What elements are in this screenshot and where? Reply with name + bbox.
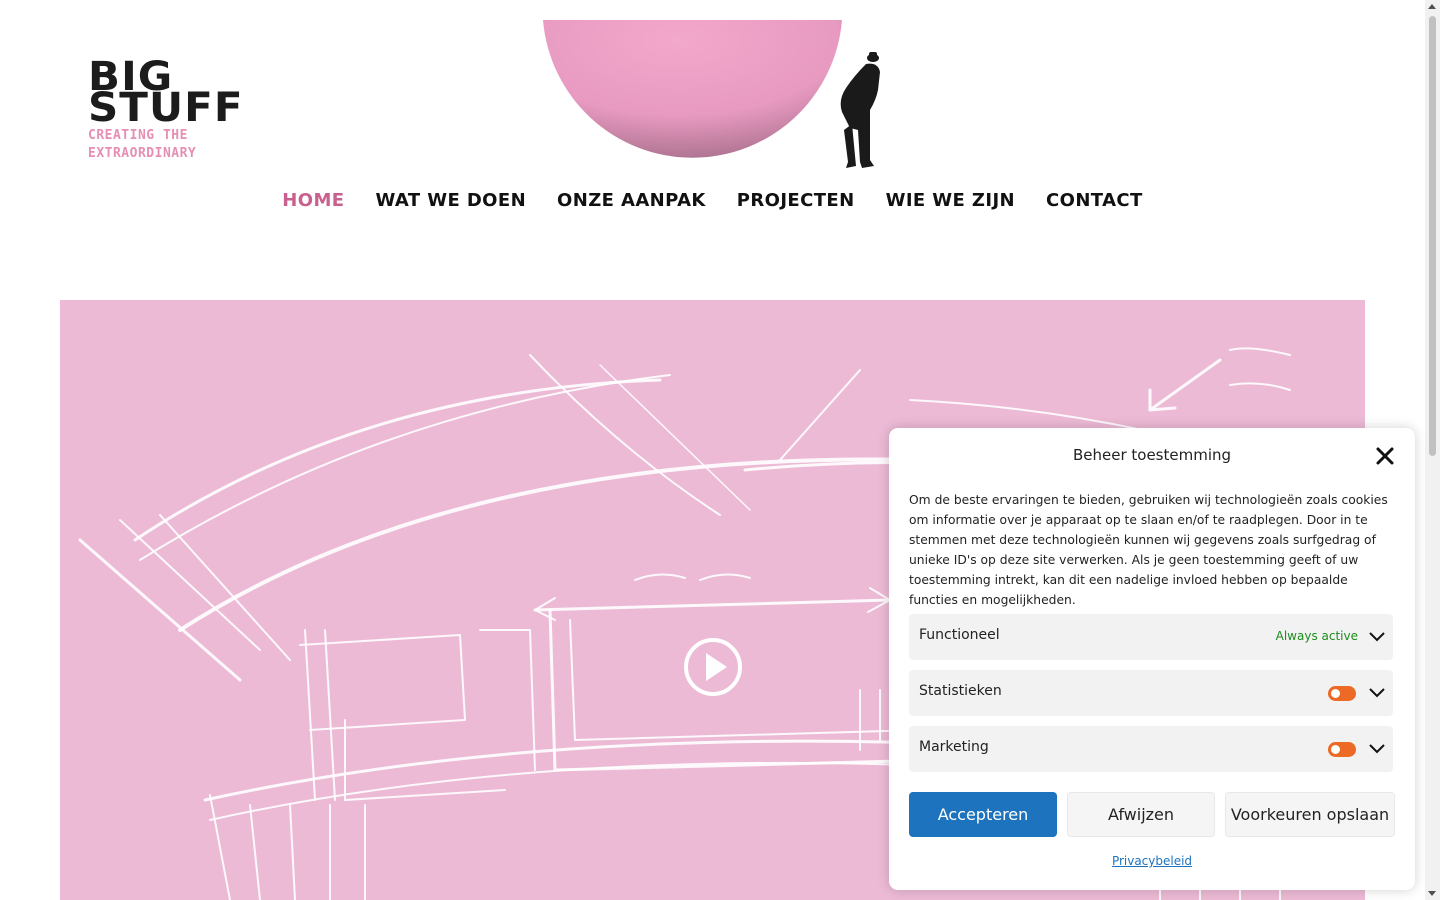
accept-button[interactable]: Accepteren — [909, 792, 1057, 837]
statistieken-toggle[interactable] — [1328, 686, 1356, 701]
scroll-down-arrow-icon[interactable] — [1428, 891, 1436, 896]
privacy-policy-link[interactable]: Privacybeleid — [1112, 854, 1192, 868]
consent-category-marketing[interactable]: Marketing — [909, 726, 1393, 772]
logo-tagline-1: CREATING THE — [88, 128, 188, 143]
close-icon[interactable] — [1375, 446, 1395, 466]
nav-item-contact[interactable]: CONTACT — [1046, 190, 1143, 211]
nav-item-wie-we-zijn[interactable]: WIE WE ZIJN — [886, 190, 1015, 211]
play-circle-icon[interactable] — [682, 636, 744, 698]
privacy-policy: Privacybeleid — [889, 854, 1415, 868]
logo-line-2: STUFF — [88, 85, 244, 131]
consent-category-label: Marketing — [919, 739, 989, 755]
cookie-dialog-title: Beheer toestemming — [1072, 446, 1232, 464]
nav-item-projecten[interactable]: PROJECTEN — [737, 190, 855, 211]
logo[interactable]: BIG STUFF CREATING THE EXTRAORDINARY — [88, 57, 243, 161]
page-scrollbar[interactable] — [1425, 0, 1440, 900]
cookie-consent-dialog: Beheer toestemming Om de beste ervaringe… — [889, 428, 1415, 890]
logo-tagline-2: EXTRAORDINARY — [88, 146, 197, 161]
consent-category-label: Functioneel — [919, 627, 1000, 643]
nav-item-home[interactable]: HOME — [282, 190, 344, 211]
consent-category-functioneel[interactable]: Functioneel Always active — [909, 614, 1393, 660]
marketing-toggle[interactable] — [1328, 742, 1356, 757]
consent-category-label: Statistieken — [919, 683, 1002, 699]
man-silhouette-icon — [840, 52, 880, 168]
chevron-down-icon[interactable] — [1369, 742, 1385, 754]
save-preferences-button[interactable]: Voorkeuren opslaan — [1225, 792, 1395, 837]
header-sphere-illustration — [543, 20, 880, 168]
consent-category-statistieken[interactable]: Statistieken — [909, 670, 1393, 716]
chevron-down-icon[interactable] — [1369, 686, 1385, 698]
deny-button[interactable]: Afwijzen — [1067, 792, 1215, 837]
page: BIG STUFF CREATING THE EXTRAORDINARY HOM… — [0, 0, 1440, 900]
nav-item-wat-we-doen[interactable]: WAT WE DOEN — [375, 190, 526, 211]
always-active-status: Always active — [1275, 629, 1358, 643]
nav-item-onze-aanpak[interactable]: ONZE AANPAK — [557, 190, 706, 211]
scrollbar-thumb[interactable] — [1429, 16, 1436, 456]
cookie-dialog-message: Om de beste ervaringen te bieden, gebrui… — [909, 493, 1388, 607]
main-nav: HOME WAT WE DOEN ONZE AANPAK PROJECTEN W… — [0, 190, 1425, 211]
chevron-down-icon[interactable] — [1369, 630, 1385, 642]
scroll-up-arrow-icon[interactable] — [1428, 4, 1436, 9]
